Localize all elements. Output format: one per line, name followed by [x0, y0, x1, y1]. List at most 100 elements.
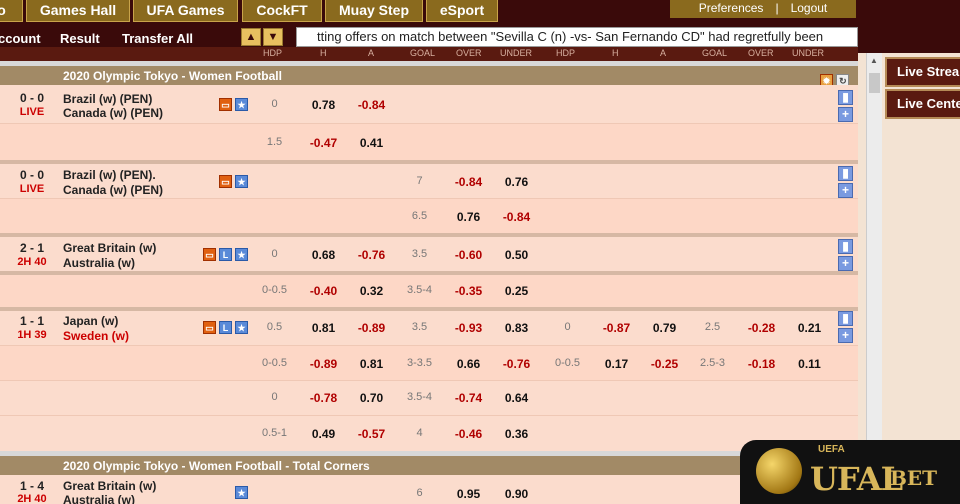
odds-away[interactable]: -0.76 — [348, 248, 395, 262]
odds-goal: 6.5 — [411, 210, 428, 222]
odds-under-1h[interactable]: 0.11 — [786, 357, 833, 371]
account-link[interactable]: ccount — [0, 31, 41, 46]
odds-away-1h[interactable]: -0.25 — [641, 357, 688, 371]
odds-over[interactable]: -0.93 — [445, 321, 492, 335]
odds-under[interactable]: 0.76 — [493, 175, 540, 189]
favorite-star-icon[interactable]: ★ — [235, 175, 248, 188]
match-status: 1H 39 — [17, 329, 47, 341]
away-team: Canada (w) (PEN) — [63, 183, 164, 197]
favorite-star-icon[interactable]: ★ — [235, 321, 248, 334]
match-status: LIVE — [19, 183, 45, 195]
odds-home[interactable]: 0.49 — [300, 427, 347, 441]
result-link[interactable]: Result — [60, 31, 100, 46]
stats-chart-icon[interactable]: ▮ — [838, 166, 853, 181]
odds-under[interactable]: 0.50 — [493, 248, 540, 262]
odds-over[interactable]: -0.46 — [445, 427, 492, 441]
odds-home[interactable]: 0.68 — [300, 248, 347, 262]
table-row: 1 - 4 2H 40 Great Britain (w) Australia … — [0, 475, 858, 504]
odds-under[interactable]: 0.90 — [493, 487, 540, 501]
home-team: Japan (w) — [63, 314, 119, 328]
odds-home[interactable]: -0.47 — [300, 136, 347, 150]
away-team: Australia (w) — [63, 493, 136, 504]
stats-chart-icon[interactable]: ▮ — [838, 311, 853, 326]
vertical-scrollbar[interactable]: ▲ — [866, 53, 883, 504]
table-row: 1.5 -0.47 0.41 — [0, 124, 858, 160]
odds-home[interactable]: 0.78 — [300, 98, 347, 112]
odds-home[interactable]: -0.78 — [300, 391, 347, 405]
odds-over-1h[interactable]: -0.28 — [738, 321, 785, 335]
live-l-icon[interactable]: L — [219, 321, 232, 334]
nav-tab-cockft[interactable]: CockFT — [242, 0, 322, 22]
odds-over[interactable]: -0.35 — [445, 284, 492, 298]
odds-home-1h[interactable]: 0.17 — [593, 357, 640, 371]
expand-plus-icon[interactable]: + — [838, 107, 853, 122]
odds-over[interactable]: 0.76 — [445, 210, 492, 224]
expand-plus-icon[interactable]: + — [838, 256, 853, 271]
odds-over[interactable]: -0.60 — [445, 248, 492, 262]
nav-tab-esport[interactable]: eSport — [426, 0, 498, 22]
nav-tab-games-hall[interactable]: Games Hall — [26, 0, 130, 22]
odds-away[interactable]: 0.32 — [348, 284, 395, 298]
scroll-thumb[interactable] — [869, 73, 880, 93]
nav-tab-partial[interactable]: o — [0, 0, 23, 22]
stats-chart-icon[interactable]: ▮ — [838, 239, 853, 254]
odds-under[interactable]: -0.76 — [493, 357, 540, 371]
nav-tab-muay-step[interactable]: Muay Step — [325, 0, 423, 22]
odds-over-1h[interactable]: -0.18 — [738, 357, 785, 371]
odds-under[interactable]: 0.83 — [493, 321, 540, 335]
favorite-star-icon[interactable]: ★ — [235, 98, 248, 111]
favorite-star-icon[interactable]: ★ — [235, 248, 248, 261]
scroll-down-arrow-icon[interactable]: ▼ — [263, 28, 283, 46]
expand-plus-icon[interactable]: + — [838, 328, 853, 343]
stats-chart-icon[interactable]: ▮ — [838, 90, 853, 105]
nav-separator: | — [775, 1, 779, 15]
odds-away[interactable]: 0.70 — [348, 391, 395, 405]
odds-under[interactable]: 0.36 — [493, 427, 540, 441]
logout-link[interactable]: Logout — [785, 1, 834, 15]
odds-home[interactable]: 0.81 — [300, 321, 347, 335]
home-team: Great Britain (w) — [63, 241, 157, 255]
league-title: 2020 Olympic Tokyo - Women Football — [63, 69, 282, 83]
col-under: UNDER — [500, 48, 533, 58]
odds-away[interactable]: -0.84 — [348, 98, 395, 112]
table-row: 0.5-1 0.49 -0.57 4 -0.46 0.36 — [0, 416, 858, 451]
match-status: LIVE — [19, 106, 45, 118]
odds-hdp: 0-0.5 — [261, 284, 288, 296]
odds-under[interactable]: 0.64 — [493, 391, 540, 405]
table-row: 2 - 1 2H 40 Great Britain (w) Australia … — [0, 237, 858, 271]
scroll-up-arrow-icon[interactable]: ▲ — [241, 28, 261, 46]
odds-goal: 4 — [416, 427, 423, 439]
scroll-up-icon[interactable]: ▲ — [870, 56, 878, 65]
top-nav: o Games Hall UFA Games CockFT Muay Step … — [0, 0, 960, 22]
tv-icon[interactable]: ▭ — [203, 248, 216, 261]
odds-away[interactable]: 0.41 — [348, 136, 395, 150]
live-stream-button[interactable]: Live Stream — [885, 57, 960, 87]
odds-home-1h[interactable]: -0.87 — [593, 321, 640, 335]
odds-over[interactable]: 0.66 — [445, 357, 492, 371]
nav-tab-ufa-games[interactable]: UFA Games — [133, 0, 238, 22]
odds-over[interactable]: 0.95 — [445, 487, 492, 501]
live-l-icon[interactable]: L — [219, 248, 232, 261]
odds-away[interactable]: -0.89 — [348, 321, 395, 335]
odds-away[interactable]: -0.57 — [348, 427, 395, 441]
odds-over[interactable]: -0.74 — [445, 391, 492, 405]
odds-goal-1h: 2.5-3 — [699, 357, 726, 369]
preferences-link[interactable]: Preferences — [693, 1, 770, 15]
logo-brand-suffix: BET — [890, 466, 938, 490]
away-team: Sweden (w) — [63, 329, 130, 343]
odds-under-1h[interactable]: 0.21 — [786, 321, 833, 335]
tv-icon[interactable]: ▭ — [219, 98, 232, 111]
odds-under[interactable]: 0.25 — [493, 284, 540, 298]
odds-home[interactable]: -0.40 — [300, 284, 347, 298]
odds-home[interactable]: -0.89 — [300, 357, 347, 371]
expand-plus-icon[interactable]: + — [838, 183, 853, 198]
tv-icon[interactable]: ▭ — [203, 321, 216, 334]
odds-away-1h[interactable]: 0.79 — [641, 321, 688, 335]
favorite-star-icon[interactable]: ★ — [235, 486, 248, 499]
odds-away[interactable]: 0.81 — [348, 357, 395, 371]
live-center-button[interactable]: Live Center — [885, 89, 960, 119]
odds-under[interactable]: -0.84 — [493, 210, 540, 224]
transfer-all-link[interactable]: Transfer All — [122, 31, 193, 46]
tv-icon[interactable]: ▭ — [219, 175, 232, 188]
odds-over[interactable]: -0.84 — [445, 175, 492, 189]
